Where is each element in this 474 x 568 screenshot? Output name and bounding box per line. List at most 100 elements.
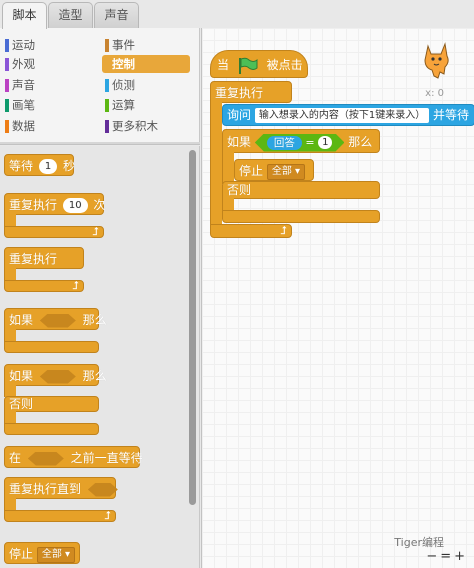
category-color-bar: [105, 39, 109, 52]
block-text: 重复执行直到: [9, 482, 82, 496]
category-label: 运动: [12, 38, 35, 52]
block-text: 询问: [227, 108, 252, 122]
dropdown-value: 全部: [41, 548, 62, 560]
palette-scrollbar[interactable]: [189, 150, 196, 505]
category-label: 侦测: [112, 78, 135, 92]
block-repeat-until[interactable]: 重复执行直到: [4, 477, 116, 499]
condition-slot[interactable]: [88, 483, 118, 497]
sprite-cat-icon[interactable]: [420, 40, 452, 80]
block-text: 停止: [9, 547, 34, 561]
block-text: 如果: [227, 135, 252, 149]
dropdown-value: 全部: [271, 165, 292, 177]
category-label: 声音: [12, 78, 35, 92]
category-color-bar: [5, 58, 9, 71]
block-palette: 等待 1 秒 重复执行 10 次 ⮥ 重复执行 ⮥ 如果 那么 如果 那么 否则…: [0, 146, 200, 568]
category-panel: 运动 事件 外观 控制 声音 侦测 画笔 运算 数据 更多积木: [0, 28, 200, 144]
block-text: 如果: [9, 313, 34, 327]
block-forever[interactable]: 重复执行: [4, 247, 84, 269]
block-c-foot: ⮥: [4, 226, 104, 238]
block-text: 在: [9, 451, 22, 465]
block-stop[interactable]: 停止 全部 ▾: [4, 542, 80, 564]
block-forever[interactable]: 重复执行: [210, 81, 292, 103]
condition-slot[interactable]: [40, 370, 76, 384]
tab-sounds[interactable]: 声音: [94, 2, 139, 28]
block-when-flag-clicked[interactable]: 当 被点击: [210, 50, 308, 78]
block-else: 否则: [4, 396, 99, 412]
repeat-count-input[interactable]: 10: [62, 198, 88, 213]
block-c-foot: ⮥: [4, 510, 116, 522]
block-wait[interactable]: 等待 1 秒: [4, 154, 76, 176]
block-stop[interactable]: 停止 全部 ▾: [234, 159, 314, 181]
block-c-wall: [222, 152, 234, 184]
block-text: 秒: [63, 159, 76, 173]
block-text: 之前一直等待: [70, 451, 143, 465]
block-if-then[interactable]: 如果 那么: [4, 308, 107, 330]
category-label: 控制: [112, 57, 135, 71]
block-c-wall: [210, 102, 222, 230]
category-label: 画笔: [12, 98, 35, 112]
block-c-foot: [222, 210, 380, 223]
block-if-then-else[interactable]: 如果 那么: [4, 364, 107, 386]
category-color-bar: [105, 79, 109, 92]
category-color-bar: [5, 120, 9, 133]
condition-slot[interactable]: [40, 314, 76, 328]
equals-value-input[interactable]: 1: [318, 136, 332, 149]
block-text: 停止: [239, 164, 264, 178]
category-operators[interactable]: 运算: [102, 96, 190, 114]
equals-operator[interactable]: 回答 = 1: [255, 134, 345, 152]
block-if-then-else[interactable]: 如果 回答 = 1 那么: [222, 129, 380, 153]
block-text: 那么: [348, 135, 373, 149]
category-motion[interactable]: 运动: [2, 36, 90, 54]
category-label: 外观: [12, 57, 35, 71]
loop-arrow-icon: ⮥: [104, 509, 112, 522]
category-color-bar: [5, 39, 9, 52]
loop-arrow-icon: ⮥: [72, 279, 80, 292]
category-sound[interactable]: 声音: [2, 76, 90, 94]
script-area: x: 0 当 被点击 重复执行 询问 输入想录入的内容（按下1键来录入） 并等待…: [201, 28, 474, 568]
category-pen[interactable]: 画笔: [2, 96, 90, 114]
category-control[interactable]: 控制: [102, 55, 190, 73]
block-c-foot: [4, 423, 99, 435]
category-color-bar: [5, 79, 9, 92]
tab-costumes[interactable]: 造型: [48, 2, 93, 28]
x-coordinate-readout: x: 0: [425, 88, 444, 99]
tab-bar: 脚本 造型 声音: [0, 0, 200, 29]
block-repeat[interactable]: 重复执行 10 次: [4, 193, 105, 215]
block-else: 否则: [222, 181, 380, 199]
block-c-foot: ⮥: [210, 224, 292, 238]
category-label: 数据: [12, 119, 35, 133]
block-text: 否则: [227, 183, 252, 197]
loop-arrow-icon: ⮥: [92, 225, 100, 238]
block-text: 重复执行: [9, 252, 58, 266]
block-text: 如果: [9, 369, 34, 383]
block-text: 否则: [9, 397, 34, 411]
palette-divider: [0, 142, 200, 145]
stop-option-dropdown[interactable]: 全部 ▾: [36, 546, 76, 563]
block-wait-until[interactable]: 在 之前一直等待: [4, 446, 143, 468]
condition-slot[interactable]: [28, 452, 64, 466]
loop-arrow-icon: ⮥: [280, 224, 288, 237]
category-more-blocks[interactable]: 更多积木: [102, 117, 190, 135]
block-c-foot: ⮥: [4, 280, 84, 292]
answer-reporter[interactable]: 回答: [267, 136, 302, 150]
category-sensing[interactable]: 侦测: [102, 76, 190, 94]
category-events[interactable]: 事件: [102, 36, 190, 54]
wait-seconds-input[interactable]: 1: [38, 159, 58, 174]
stop-option-dropdown[interactable]: 全部 ▾: [266, 163, 306, 180]
category-color-bar: [105, 58, 109, 71]
category-looks[interactable]: 外观: [2, 55, 90, 73]
equals-sign: =: [305, 135, 315, 149]
green-flag-icon: [238, 57, 258, 74]
category-color-bar: [5, 99, 9, 112]
category-label: 更多积木: [112, 119, 158, 133]
category-label: 事件: [112, 38, 135, 52]
ask-question-input[interactable]: 输入想录入的内容（按下1键来录入）: [254, 108, 430, 123]
zoom-controls[interactable]: −=+: [426, 549, 468, 564]
watermark: Tiger编程: [394, 536, 444, 549]
block-ask-and-wait[interactable]: 询问 输入想录入的内容（按下1键来录入） 并等待: [222, 104, 474, 126]
block-text: 那么: [82, 313, 107, 327]
category-color-bar: [105, 99, 109, 112]
tab-scripts[interactable]: 脚本: [2, 2, 47, 29]
category-color-bar: [105, 120, 109, 133]
category-data[interactable]: 数据: [2, 117, 90, 135]
